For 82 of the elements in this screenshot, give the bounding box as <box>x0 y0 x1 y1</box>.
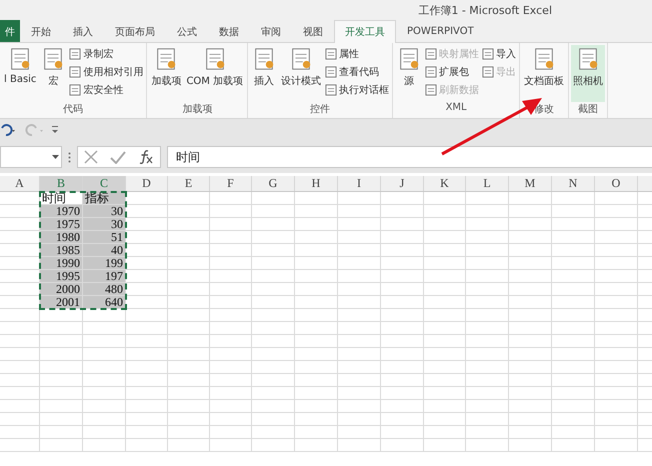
group-label: 截图 <box>577 102 600 117</box>
ribbon-tab[interactable]: POWERPIVOT <box>396 20 485 42</box>
ribbon-button[interactable]: 插入 <box>250 45 278 102</box>
ribbon-small-button[interactable]: 录制宏 <box>68 45 144 63</box>
ribbon-small-button[interactable]: 属性 <box>324 45 390 63</box>
ribbon-small-button[interactable]: 使用相对引用 <box>68 63 144 81</box>
group-label: 代码 <box>62 103 84 117</box>
table-cell: 2000 <box>40 283 82 295</box>
table-cell: 30 <box>83 218 125 230</box>
column-header[interactable]: F <box>210 176 252 191</box>
small-document-icon <box>69 84 82 96</box>
window-title: 工作簿1 - Microsoft Excel <box>418 2 552 18</box>
ribbon-button[interactable]: COM 加载项 <box>184 45 246 102</box>
group-label: 控件 <box>309 103 332 117</box>
table-cell: 1980 <box>40 231 82 243</box>
column-header[interactable]: I <box>338 176 381 191</box>
table-cell: 30 <box>83 205 125 217</box>
column-header[interactable]: M <box>509 176 552 191</box>
ribbon-button[interactable]: l Basic <box>2 45 38 102</box>
ribbon-button[interactable]: 宏 <box>39 45 68 102</box>
grip-icon <box>68 152 71 162</box>
column-header[interactable]: D <box>126 176 168 191</box>
small-document-icon <box>425 84 438 96</box>
ribbon-button[interactable]: 源 <box>395 45 424 102</box>
column-header[interactable]: B <box>40 176 83 191</box>
ribbon-tab[interactable]: 页面布局 <box>104 20 166 42</box>
column-header[interactable]: K <box>424 176 466 191</box>
customize-icon[interactable] <box>52 125 58 135</box>
function-icon[interactable] <box>138 150 154 164</box>
group-label: XML <box>444 102 468 115</box>
column-header[interactable]: L <box>466 176 509 191</box>
column-header[interactable]: H <box>295 176 338 191</box>
column-header[interactable]: E <box>168 176 210 191</box>
column-header[interactable]: N <box>552 176 595 191</box>
ribbon-tab[interactable]: 审阅 <box>250 20 292 42</box>
formula-input[interactable]: 时间 <box>167 146 652 168</box>
column-header[interactable]: C <box>83 176 126 191</box>
table-cell: 指标 <box>83 192 125 204</box>
group-label: 加载项 <box>181 102 214 117</box>
table-cell: 197 <box>83 270 125 282</box>
check-icon[interactable] <box>110 150 126 164</box>
small-document-icon <box>325 48 338 60</box>
table-cell: 1990 <box>40 257 82 269</box>
ribbon-tab[interactable]: 数据 <box>208 20 250 42</box>
ribbon-tab[interactable]: 开发工具 <box>334 20 396 43</box>
small-document-icon <box>425 66 438 78</box>
ribbon-small-button[interactable]: 扩展包 <box>424 63 480 81</box>
ribbon-small-button[interactable]: 查看代码 <box>324 63 390 81</box>
small-document-icon <box>325 84 338 96</box>
ribbon-small-button[interactable]: 执行对话框 <box>324 81 390 99</box>
undo-icon[interactable] <box>0 124 16 136</box>
ribbon-tab[interactable]: 公式 <box>166 20 208 42</box>
table-cell: 51 <box>83 231 125 243</box>
column-header[interactable]: G <box>252 176 295 191</box>
table-cell: 640 <box>83 296 125 308</box>
small-document-icon <box>69 66 82 78</box>
table-cell: 1985 <box>40 244 82 256</box>
table-cell-text: 时间 <box>41 192 67 204</box>
ribbon-button[interactable]: 加载项 <box>149 45 184 102</box>
small-document-icon <box>482 66 494 78</box>
small-document-icon <box>325 66 338 78</box>
ribbon-button[interactable]: 设计模式 <box>279 45 324 102</box>
ribbon-small-button[interactable]: 宏安全性 <box>68 81 144 99</box>
table-cell: 199 <box>83 257 125 269</box>
ribbon-small-button[interactable]: 导入 <box>481 45 518 63</box>
table-cell: 1995 <box>40 270 82 282</box>
ribbon-tab[interactable]: 件 <box>0 20 20 42</box>
table-cell: 40 <box>83 244 125 256</box>
table-cell: 480 <box>83 283 125 295</box>
ribbon-tab[interactable]: 插入 <box>62 20 104 42</box>
table-cell: 1970 <box>40 205 82 217</box>
ribbon-button[interactable]: 照相机 <box>571 45 606 102</box>
ribbon-tab[interactable]: 开始 <box>20 20 62 42</box>
small-document-icon <box>425 48 438 60</box>
dropdown-icon[interactable] <box>52 155 59 159</box>
small-document-icon <box>482 48 494 60</box>
column-header[interactable]: J <box>381 176 424 191</box>
table-cell: 1975 <box>40 218 82 230</box>
ribbon-tab[interactable]: 视图 <box>292 20 334 42</box>
table-cell: 2001 <box>40 296 82 308</box>
column-header[interactable]: O <box>595 176 638 191</box>
small-document-icon <box>69 48 82 60</box>
